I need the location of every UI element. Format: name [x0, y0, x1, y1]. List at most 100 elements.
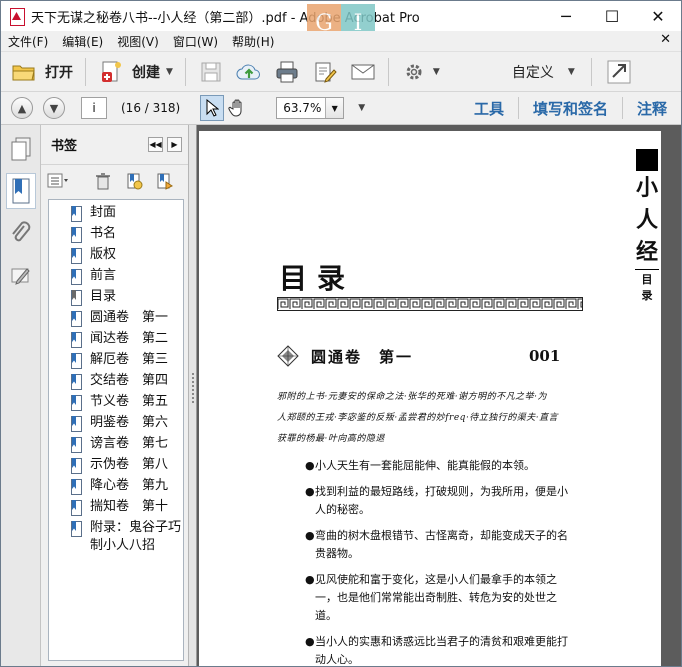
bookmark-item[interactable]: 降心卷 第九 — [49, 477, 183, 498]
section-intro: 邪附的上书·元妻安的保命之法·张华的死难·谢方明的不凡之举·为 人郑颐的王戎·李… — [277, 387, 595, 450]
bookmark-icon — [71, 248, 82, 264]
bookmark-icon — [71, 206, 82, 222]
save-button[interactable] — [192, 56, 230, 88]
delete-bookmark-icon[interactable] — [92, 171, 114, 191]
bookmark-item[interactable]: 节义卷 第五 — [49, 393, 183, 414]
side-title-char: 人 — [635, 207, 658, 233]
more-tools-icon[interactable]: ▼ — [358, 103, 365, 113]
bookmark-item-current[interactable]: 目录 — [49, 288, 183, 309]
intro-line: 邪附的上书·元妻安的保命之法·张华的死难·谢方明的不凡之举·为 — [277, 392, 547, 402]
settings-dropdown-icon: ▼ — [432, 66, 440, 77]
folder-icon — [11, 60, 37, 84]
upload-button[interactable] — [230, 56, 268, 88]
bookmarks-button[interactable] — [6, 173, 36, 209]
comment-panel-link[interactable]: 注释 — [623, 98, 681, 119]
black-square-mark — [636, 149, 658, 171]
bookmark-item[interactable]: 解厄卷 第三 — [49, 351, 183, 372]
attachments-button[interactable] — [6, 215, 36, 251]
print-button[interactable] — [268, 56, 306, 88]
bookmark-item[interactable]: 附录：鬼谷子巧 制小人八招 — [49, 519, 183, 559]
side-rule — [635, 269, 659, 270]
section-heading: 圆通卷 第一 001 — [277, 345, 577, 367]
settings-button[interactable]: ▼ — [395, 56, 446, 88]
menu-view[interactable]: 视图(V) — [110, 33, 166, 50]
maximize-button[interactable]: ☐ — [589, 1, 635, 31]
side-subtitle-char: 目 — [641, 273, 653, 286]
menu-file[interactable]: 文件(F) — [1, 33, 55, 50]
page-count: (16 / 318) — [121, 101, 181, 115]
cursor-arrow-icon — [206, 99, 220, 117]
expand-panel-icon[interactable]: ▶ — [167, 137, 182, 152]
fill-sign-panel-link[interactable]: 填写和签名 — [519, 98, 622, 119]
bookmark-item[interactable]: 版权 — [49, 246, 183, 267]
bookmark-item[interactable]: 明鉴卷 第六 — [49, 414, 183, 435]
bookmark-item[interactable]: 圆通卷 第一 — [49, 309, 183, 330]
pdf-page: 小 人 经 目 录 目录 圆通卷 第一 001 邪附的上书·元妻安的保命之法·张… — [199, 131, 661, 666]
edit-button[interactable] — [306, 56, 344, 88]
edit-document-icon — [312, 60, 338, 84]
zoom-value[interactable]: 63.7% — [277, 98, 325, 118]
title-bar: 天下无谋之秘卷八书--小人经（第二部）.pdf - Adobe Acrobat … — [1, 1, 681, 42]
bookmark-item[interactable]: 封面 — [49, 204, 183, 225]
select-tool-button[interactable] — [200, 95, 225, 121]
email-button[interactable] — [344, 56, 382, 88]
intro-line: 人郑颐的王戎·李宓鉴的反叛·孟尝君的妙freq·待立独行的渠夫·直言 — [277, 413, 559, 423]
next-page-button[interactable]: ▼ — [43, 97, 65, 119]
close-document-icon[interactable]: ✕ — [660, 32, 671, 47]
signatures-button[interactable] — [6, 257, 36, 293]
zoom-field[interactable]: 63.7% ▼ — [276, 97, 345, 119]
options-menu-icon[interactable] — [47, 171, 69, 191]
bullet-item: ● 见风使舵和富于变化，这是小人们最拿手的本领之一，也是他们常常能出奇制胜、转危为… — [305, 571, 569, 625]
close-button[interactable]: ✕ — [635, 1, 681, 31]
open-button[interactable]: 打开 — [5, 56, 79, 88]
customize-button[interactable]: 自定义 ▼ — [494, 56, 581, 88]
bookmark-item[interactable]: 示伪卷 第八 — [49, 456, 183, 477]
bookmark-icon — [71, 521, 82, 537]
cloud-upload-icon — [236, 60, 262, 84]
expand-icon — [606, 60, 632, 84]
bookmark-item[interactable]: 揣知卷 第十 — [49, 498, 183, 519]
toolbar-divider — [85, 57, 86, 86]
bookmark-item[interactable]: 闻达卷 第二 — [49, 330, 183, 351]
arrow-down-icon: ▼ — [49, 101, 59, 115]
document-viewport[interactable]: 小 人 经 目 录 目录 圆通卷 第一 001 邪附的上书·元妻安的保命之法·张… — [189, 125, 681, 666]
panel-splitter[interactable] — [189, 125, 197, 666]
page-thumbnails-button[interactable] — [6, 131, 36, 167]
paperclip-icon — [12, 221, 31, 242]
previous-page-button[interactable]: ▲ — [11, 97, 33, 119]
envelope-icon — [350, 60, 376, 84]
bookmark-icon — [71, 269, 82, 285]
find-bookmark-icon[interactable] — [154, 171, 176, 191]
main-toolbar: 打开 创建 ▼ ▼ 自定义 ▼ — [1, 51, 681, 91]
tools-panel-link[interactable]: 工具 — [460, 98, 518, 119]
bullet-item: ● 找到利益的最短路线，打破规则，为我所用，便是小人的秘密。 — [305, 483, 569, 519]
bullet-item: ● 小人天生有一套能屈能伸、能真能假的本领。 — [305, 457, 569, 475]
menu-edit[interactable]: 编辑(E) — [55, 33, 110, 50]
splitter-grip-icon[interactable] — [192, 373, 194, 403]
bookmarks-list: 封面 书名 版权 前言 目录 圆通卷 第一 闻达卷 第二 解厄卷 第三 交结卷 … — [48, 199, 184, 661]
side-title: 小 人 经 目 录 — [633, 149, 661, 304]
intro-line: 获罪的杨最·叶向高的隐退 — [277, 434, 385, 444]
create-button[interactable]: 创建 ▼ — [92, 56, 179, 88]
menu-window[interactable]: 窗口(W) — [166, 33, 225, 50]
bookmarks-panel: 书签 ◀◀ ▶ 封面 书名 版权 前言 目录 圆通卷 第一 闻达卷 第二 解厄卷… — [41, 125, 189, 666]
new-bookmark-icon[interactable] — [123, 171, 145, 191]
bullet-dot-icon: ● — [305, 529, 315, 542]
acrobat-app-icon — [9, 8, 25, 26]
collapse-panel-icon[interactable]: ◀◀ — [148, 137, 163, 152]
bookmark-item[interactable]: 交结卷 第四 — [49, 372, 183, 393]
create-dropdown-icon: ▼ — [166, 66, 173, 77]
menu-help[interactable]: 帮助(H) — [225, 33, 281, 50]
zoom-dropdown-icon[interactable]: ▼ — [325, 98, 344, 118]
acrobat-window: 天下无谋之秘卷八书--小人经（第二部）.pdf - Adobe Acrobat … — [0, 0, 682, 667]
hand-tool-button[interactable] — [224, 92, 252, 124]
minimize-button[interactable]: ─ — [543, 1, 589, 31]
bookmark-item[interactable]: 谤言卷 第七 — [49, 435, 183, 456]
menu-bar: 文件(F) 编辑(E) 视图(V) 窗口(W) 帮助(H) ✕ — [1, 31, 681, 51]
fullscreen-button[interactable] — [600, 56, 638, 88]
bookmark-item[interactable]: 书名 — [49, 225, 183, 246]
bullet-dot-icon: ● — [305, 635, 315, 648]
page-number-input[interactable]: i — [81, 97, 107, 119]
bookmark-item[interactable]: 前言 — [49, 267, 183, 288]
bookmark-current-icon — [71, 290, 82, 306]
